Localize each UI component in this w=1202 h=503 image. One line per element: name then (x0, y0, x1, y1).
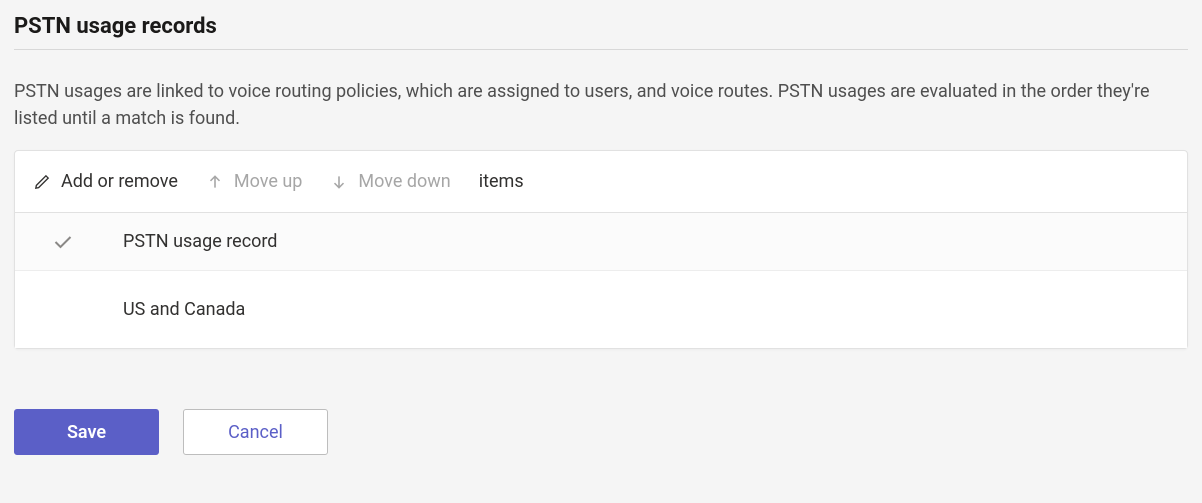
arrow-up-icon (206, 173, 224, 191)
edit-icon (33, 173, 51, 191)
checkmark-icon (53, 232, 73, 252)
arrow-down-icon (330, 173, 348, 191)
action-buttons: Save Cancel (14, 409, 1188, 455)
column-header-usage-record[interactable]: PSTN usage record (123, 231, 1169, 252)
row-usage-record-name: US and Canada (123, 299, 1169, 320)
table-header-row: PSTN usage record (15, 213, 1187, 271)
move-down-label: Move down (358, 171, 450, 192)
table-row[interactable]: US and Canada (15, 271, 1187, 348)
move-up-label: Move up (234, 171, 303, 192)
page-description: PSTN usages are linked to voice routing … (14, 78, 1188, 132)
items-label: items (479, 171, 524, 192)
move-down-button[interactable]: Move down (330, 171, 450, 192)
usage-records-card: Add or remove Move up Move down items (14, 150, 1188, 349)
add-or-remove-button[interactable]: Add or remove (33, 171, 178, 192)
save-button[interactable]: Save (14, 409, 159, 455)
toolbar: Add or remove Move up Move down items (15, 151, 1187, 213)
cancel-button[interactable]: Cancel (183, 409, 328, 455)
move-up-button[interactable]: Move up (206, 171, 303, 192)
page-title: PSTN usage records (14, 14, 1188, 50)
select-all-column[interactable] (33, 232, 123, 252)
add-or-remove-label: Add or remove (61, 171, 178, 192)
